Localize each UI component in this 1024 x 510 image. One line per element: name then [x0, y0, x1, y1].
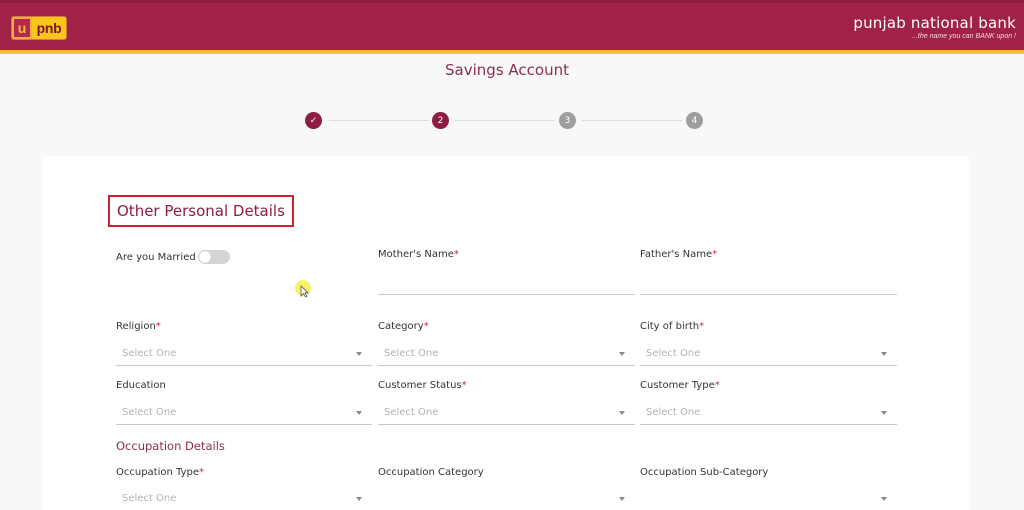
customer-status-select[interactable]: Select One	[378, 401, 635, 425]
occupation-sub-category-label: Occupation Sub-Category	[640, 467, 768, 478]
pnb-logo-text: pnb	[32, 17, 66, 39]
dropdown-caret-icon	[619, 496, 625, 501]
select-value: Select One	[122, 493, 177, 504]
pnb-logo-icon: u	[12, 17, 32, 39]
dropdown-caret-icon	[881, 410, 887, 415]
occupation-sub-category-select[interactable]	[640, 487, 897, 510]
top-header: u pnb punjab national bank ...the name y…	[0, 0, 1024, 50]
fathers-name-input[interactable]	[640, 271, 897, 295]
married-toggle[interactable]	[198, 250, 230, 264]
religion-select[interactable]: Select One	[116, 342, 372, 366]
brand-tagline: ...the name you can BANK upon !	[912, 33, 1016, 40]
required-marker: *	[712, 249, 718, 260]
step-4[interactable]: 4	[686, 112, 703, 129]
select-value: Select One	[122, 407, 177, 418]
married-label: Are you Married ?	[116, 252, 205, 263]
label-text: Occupation Type	[116, 467, 199, 478]
required-marker: *	[453, 249, 459, 260]
label-text: Religion	[116, 321, 156, 332]
brand-name: punjab national bank	[853, 14, 1016, 32]
required-marker: *	[423, 321, 429, 332]
city-of-birth-select[interactable]: Select One	[640, 342, 897, 366]
occupation-type-select[interactable]: Select One	[116, 487, 372, 510]
required-marker: *	[699, 321, 705, 332]
progress-stepper: ✓ 2 3 4	[305, 112, 705, 130]
required-marker: *	[198, 467, 204, 478]
education-label: Education	[116, 380, 166, 391]
section-title-occupation-details: Occupation Details	[116, 439, 225, 453]
occupation-category-select[interactable]	[378, 487, 635, 510]
category-label: Category*	[378, 321, 429, 332]
city-of-birth-label: City of birth*	[640, 321, 704, 332]
page-title: Savings Account	[445, 61, 569, 79]
label-text: Father's Name	[640, 249, 713, 260]
mothers-name-label: Mother's Name*	[378, 249, 459, 260]
dropdown-caret-icon	[619, 410, 625, 415]
label-text: Category	[378, 321, 424, 332]
occupation-type-label: Occupation Type*	[116, 467, 204, 478]
select-value: Select One	[384, 407, 439, 418]
occupation-category-label: Occupation Category	[378, 467, 484, 478]
dropdown-caret-icon	[356, 496, 362, 501]
stepper-line	[582, 120, 682, 121]
fathers-name-label: Father's Name*	[640, 249, 717, 260]
dropdown-caret-icon	[619, 351, 625, 356]
step-1-check-icon[interactable]: ✓	[305, 112, 322, 129]
label-text: Customer Status	[378, 380, 462, 391]
select-value: Select One	[646, 348, 701, 359]
step-3[interactable]: 3	[559, 112, 576, 129]
dropdown-caret-icon	[356, 410, 362, 415]
header-accent-stripe	[0, 50, 1024, 54]
stepper-line	[329, 120, 429, 121]
customer-status-label: Customer Status*	[378, 380, 467, 391]
mouse-pointer-icon	[300, 285, 309, 298]
dropdown-caret-icon	[881, 496, 887, 501]
required-marker: *	[155, 321, 161, 332]
select-value: Select One	[384, 348, 439, 359]
step-2[interactable]: 2	[432, 112, 449, 129]
dropdown-caret-icon	[356, 351, 362, 356]
select-value: Select One	[122, 348, 177, 359]
brand-block: punjab national bank ...the name you can…	[853, 14, 1016, 40]
select-value: Select One	[646, 407, 701, 418]
mothers-name-input[interactable]	[378, 271, 635, 295]
section-title-other-personal-details: Other Personal Details	[108, 195, 294, 227]
education-select[interactable]: Select One	[116, 401, 372, 425]
toggle-knob	[199, 251, 211, 263]
stepper-line	[455, 120, 555, 121]
dropdown-caret-icon	[881, 351, 887, 356]
category-select[interactable]: Select One	[378, 342, 635, 366]
required-marker: *	[461, 380, 467, 391]
label-text: Occupation Sub-Category	[640, 467, 769, 478]
customer-type-select[interactable]: Select One	[640, 401, 897, 425]
customer-type-label: Customer Type*	[640, 380, 720, 391]
label-text: Occupation Category	[378, 467, 484, 478]
label-text: City of birth	[640, 321, 700, 332]
label-text: Mother's Name	[378, 249, 454, 260]
religion-label: Religion*	[116, 321, 161, 332]
pnb-logo[interactable]: u pnb	[11, 16, 67, 40]
required-marker: *	[714, 380, 720, 391]
label-text: Education	[116, 380, 166, 391]
label-text: Customer Type	[640, 380, 715, 391]
